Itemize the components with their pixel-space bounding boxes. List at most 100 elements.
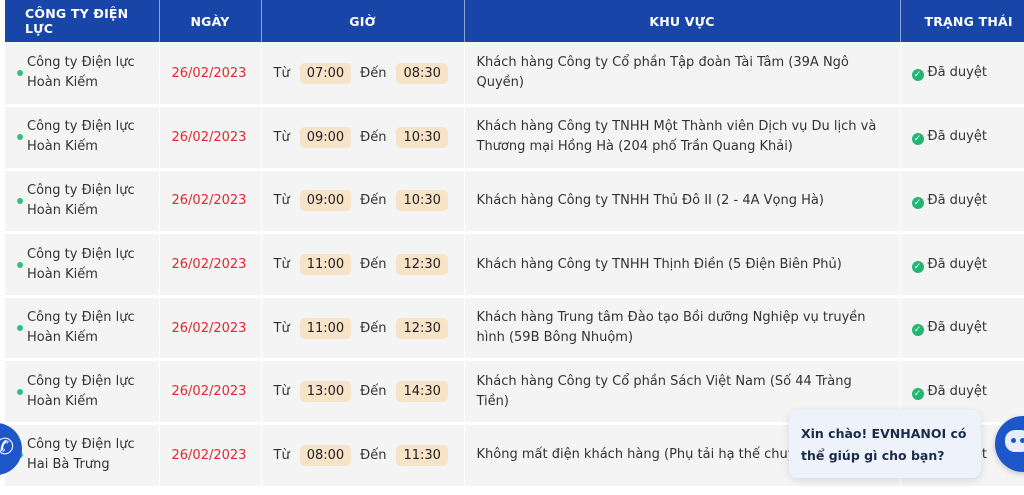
time-to-pill: 10:30	[396, 126, 448, 148]
cell-time: Từ 09:00 Đến 10:30	[261, 169, 465, 235]
status-dot-icon	[17, 261, 23, 268]
col-header-time: GIỜ	[261, 0, 465, 42]
time-from-pill: 09:00	[299, 190, 352, 212]
status-dot-icon	[17, 134, 23, 141]
company-name: Công ty Điện lực Hoàn Kiếm	[27, 246, 135, 282]
from-label: Từ	[273, 193, 290, 209]
cell-status: ✓Đã duyệt	[900, 42, 1024, 108]
cell-area: Khách hàng Công ty Cổ phần Tập đoàn Tài …	[464, 42, 901, 108]
cell-time: Từ 11:00 Đến 12:30	[261, 296, 465, 362]
status-dot-icon	[17, 388, 23, 395]
cell-time: Từ 11:00 Đến 12:30	[261, 232, 465, 298]
time-to-pill: 11:30	[396, 444, 448, 466]
table-row: Công ty Điện lực Hoàn Kiếm 26/02/2023 Từ 09…	[5, 169, 1024, 235]
cell-area: Khách hàng Công ty TNHH Thịnh Điền (5 Đi…	[464, 232, 901, 298]
table-row: Công ty Điện lực Hoàn Kiếm 26/02/2023 Từ 09…	[5, 105, 1024, 171]
company-name: Công ty Điện lực Hoàn Kiếm	[27, 373, 135, 409]
time-from-pill: 09:00	[299, 126, 352, 148]
table-row: Công ty Điện lực Hoàn Kiếm 26/02/2023 Từ 07…	[5, 42, 1024, 108]
from-label: Từ	[273, 129, 290, 145]
cell-date: 26/02/2023	[159, 423, 262, 489]
cell-status: ✓Đã duyệt	[900, 232, 1024, 298]
cell-company: Công ty Điện lực Hoàn Kiếm	[5, 232, 160, 298]
time-from-pill: 13:00	[299, 381, 352, 403]
cell-date: 26/02/2023	[159, 232, 262, 298]
time-to-pill: 08:30	[396, 62, 448, 84]
check-circle-icon: ✓	[911, 69, 924, 82]
check-circle-icon: ✓	[911, 196, 924, 209]
cell-area: Khách hàng Trung tâm Đào tạo Bồi dưỡng N…	[464, 296, 901, 362]
table-row: Công ty Điện lực Hoàn Kiếm 26/02/2023 Từ 11…	[5, 232, 1024, 298]
time-to-pill: 14:30	[396, 381, 448, 403]
status-dot-icon	[17, 325, 23, 332]
chat-greeting-bubble[interactable]: Xin chào! EVNHANOI có thể giúp gì cho bạ…	[789, 410, 981, 478]
time-to-pill: 12:30	[396, 254, 448, 276]
from-label: Từ	[273, 65, 290, 81]
cell-status: ✓Đã duyệt	[900, 105, 1024, 171]
to-label: Đến	[360, 193, 387, 209]
time-to-pill: 12:30	[396, 317, 448, 339]
status-dot-icon	[17, 70, 23, 77]
company-name: Công ty Điện lực Hoàn Kiếm	[27, 182, 135, 218]
time-from-pill: 11:00	[299, 317, 352, 339]
cell-time: Từ 09:00 Đến 10:30	[261, 105, 465, 171]
cell-company: Công ty Điện lực Hoàn Kiếm	[5, 359, 160, 426]
status-dot-icon	[17, 197, 23, 204]
time-from-pill: 07:00	[299, 62, 352, 84]
company-name: Công ty Điện lực Hai Bà Trưng	[27, 437, 135, 473]
company-name: Công ty Điện lực Hoàn Kiếm	[27, 310, 135, 346]
cell-company: Công ty Điện lực Hoàn Kiếm	[5, 42, 160, 108]
col-header-status: TRẠNG THÁI	[900, 0, 1024, 42]
table-row: Công ty Điện lực Hoàn Kiếm 26/02/2023 Từ 11…	[5, 296, 1024, 362]
to-label: Đến	[360, 129, 387, 145]
cell-area: Khách hàng Công ty TNHH Thủ Đô II (2 - 4…	[464, 169, 901, 235]
to-label: Đến	[360, 320, 387, 336]
cell-date: 26/02/2023	[159, 42, 262, 108]
cell-company: Công ty Điện lực Hoàn Kiếm	[5, 169, 160, 235]
check-circle-icon: ✓	[911, 133, 924, 146]
status-badge: Đã duyệt	[927, 256, 987, 272]
table-header-row: CÔNG TY ĐIỆN LỰC NGÀY GIỜ KHU VỰC TRẠNG …	[5, 0, 1024, 42]
cell-company: Công ty Điện lực Hoàn Kiếm	[5, 296, 160, 362]
from-label: Từ	[273, 447, 290, 463]
time-to-pill: 10:30	[396, 190, 448, 212]
status-badge: Đã duyệt	[927, 320, 987, 336]
chatbot-face	[1005, 430, 1024, 452]
cell-area: Khách hàng Công ty TNHH Một Thành viên D…	[464, 105, 901, 171]
status-badge: Đã duyệt	[927, 383, 987, 399]
to-label: Đến	[360, 447, 387, 463]
from-label: Từ	[273, 384, 290, 400]
to-label: Đến	[360, 384, 387, 400]
col-header-date: NGÀY	[159, 0, 262, 42]
check-circle-icon: ✓	[911, 260, 924, 273]
check-circle-icon: ✓	[911, 324, 924, 337]
time-from-pill: 11:00	[299, 254, 352, 276]
cell-status: ✓Đã duyệt	[900, 296, 1024, 362]
from-label: Từ	[273, 320, 290, 336]
status-badge: Đã duyệt	[927, 65, 987, 81]
col-header-company: CÔNG TY ĐIỆN LỰC	[5, 0, 160, 42]
status-badge: Đã duyệt	[927, 192, 987, 208]
cell-date: 26/02/2023	[159, 296, 262, 362]
cell-date: 26/02/2023	[159, 105, 262, 171]
chatbot-eye	[1011, 438, 1016, 443]
cell-date: 26/02/2023	[159, 359, 262, 426]
status-badge: Đã duyệt	[927, 129, 987, 145]
cell-time: Từ 08:00 Đến 11:30	[261, 423, 465, 489]
check-circle-icon: ✓	[911, 387, 924, 400]
cell-status: ✓Đã duyệt	[900, 169, 1024, 235]
cell-company: Công ty Điện lực Hoàn Kiếm	[5, 105, 160, 171]
to-label: Đến	[360, 257, 387, 273]
from-label: Từ	[273, 257, 290, 273]
cell-time: Từ 07:00 Đến 08:30	[261, 42, 465, 108]
company-name: Công ty Điện lực Hoàn Kiếm	[27, 55, 135, 91]
cell-time: Từ 13:00 Đến 14:30	[261, 359, 465, 426]
time-from-pill: 08:00	[299, 444, 352, 466]
cell-company: Công ty Điện lực Hai Bà Trưng	[5, 423, 160, 489]
col-header-area: KHU VỰC	[464, 0, 901, 42]
company-name: Công ty Điện lực Hoàn Kiếm	[27, 119, 135, 155]
chatbot-eye	[1020, 438, 1024, 443]
cell-date: 26/02/2023	[159, 169, 262, 235]
to-label: Đến	[360, 65, 387, 81]
chat-greeting-text: Xin chào! EVNHANOI có thể giúp gì cho bạ…	[801, 426, 967, 463]
